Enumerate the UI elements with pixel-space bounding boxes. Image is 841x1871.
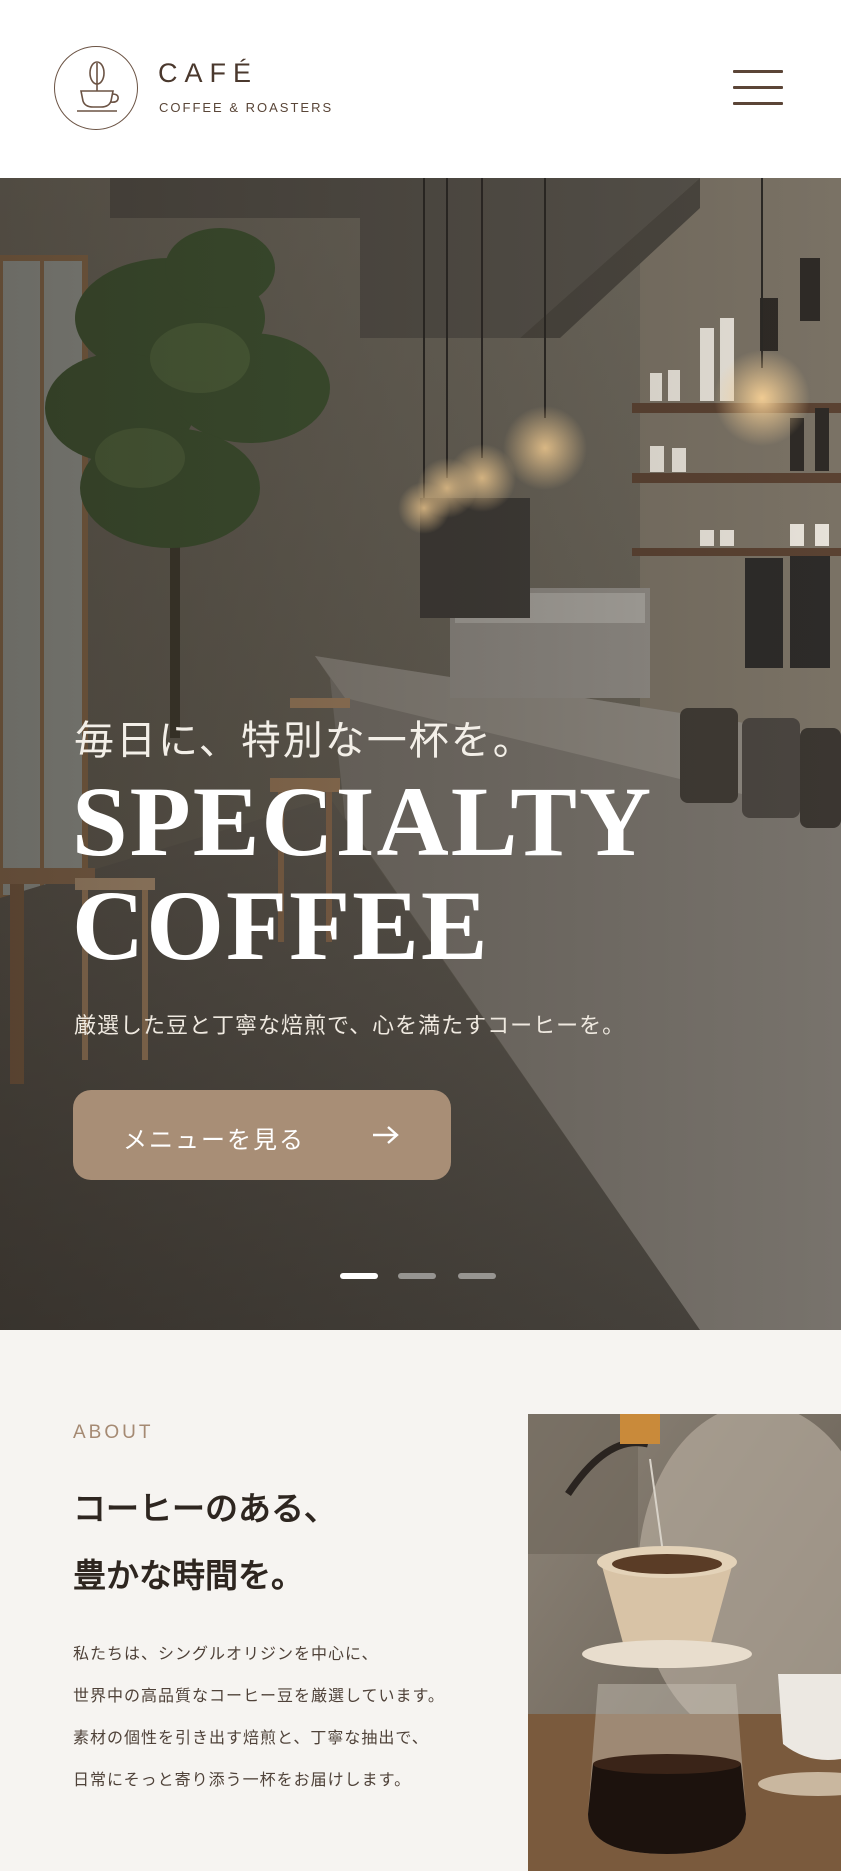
hero-kicker: 毎日に、特別な一杯を。: [74, 718, 535, 764]
logo[interactable]: [54, 46, 138, 130]
pour-over-image: [528, 1414, 841, 1871]
site-header: CAFÉ COFFEE & ROASTERS: [0, 0, 841, 178]
about-heading-line-1: コーヒーのある、: [73, 1489, 337, 1528]
about-section: ABOUT コーヒーのある、 豊かな時間を。 私たちは、シングルオリジンを中心に…: [0, 1330, 841, 1871]
about-heading: コーヒーのある、 豊かな時間を。: [73, 1475, 433, 1609]
slide-indicator-3[interactable]: [458, 1273, 496, 1279]
about-heading-line-2: 豊かな時間を。: [73, 1556, 304, 1595]
hero-section: 毎日に、特別な一杯を。 SPECIALTY COFFEE 厳選した豆と丁寧な焙煎…: [0, 178, 841, 1330]
about-body-line: 私たちは、シングルオリジンを中心に、: [73, 1644, 379, 1663]
slide-indicator-1[interactable]: [340, 1273, 378, 1279]
about-body-line: 世界中の高品質なコーヒー豆を厳選しています。: [73, 1686, 445, 1705]
about-body-line: 素材の個性を引き出す焙煎と、丁寧な抽出で、: [73, 1728, 429, 1747]
arrow-right-icon: [373, 1126, 399, 1144]
brand-name: CAFÉ: [158, 58, 259, 88]
hamburger-menu-icon: [733, 70, 783, 73]
coffee-cup-bean-icon: [77, 61, 119, 112]
hero-title-line-1: SPECIALTY: [72, 766, 654, 877]
hamburger-menu-button[interactable]: [731, 66, 785, 108]
hero-title: SPECIALTY COFFEE: [72, 770, 772, 978]
view-menu-button[interactable]: メニューを見る: [73, 1090, 451, 1180]
about-body-line: 日常にそっと寄り添う一杯をお届けします。: [73, 1770, 412, 1789]
hero-subtitle: 厳選した豆と丁寧な焙煎で、心を満たすコーヒーを。: [74, 1014, 626, 1039]
hero-title-line-2: COFFEE: [72, 870, 490, 981]
pour-over-photo: [528, 1414, 841, 1871]
brand-tagline: COFFEE & ROASTERS: [159, 100, 334, 115]
view-menu-label: メニューを見る: [123, 1126, 305, 1154]
about-label: ABOUT: [73, 1422, 154, 1443]
slide-indicator-2[interactable]: [398, 1273, 436, 1279]
